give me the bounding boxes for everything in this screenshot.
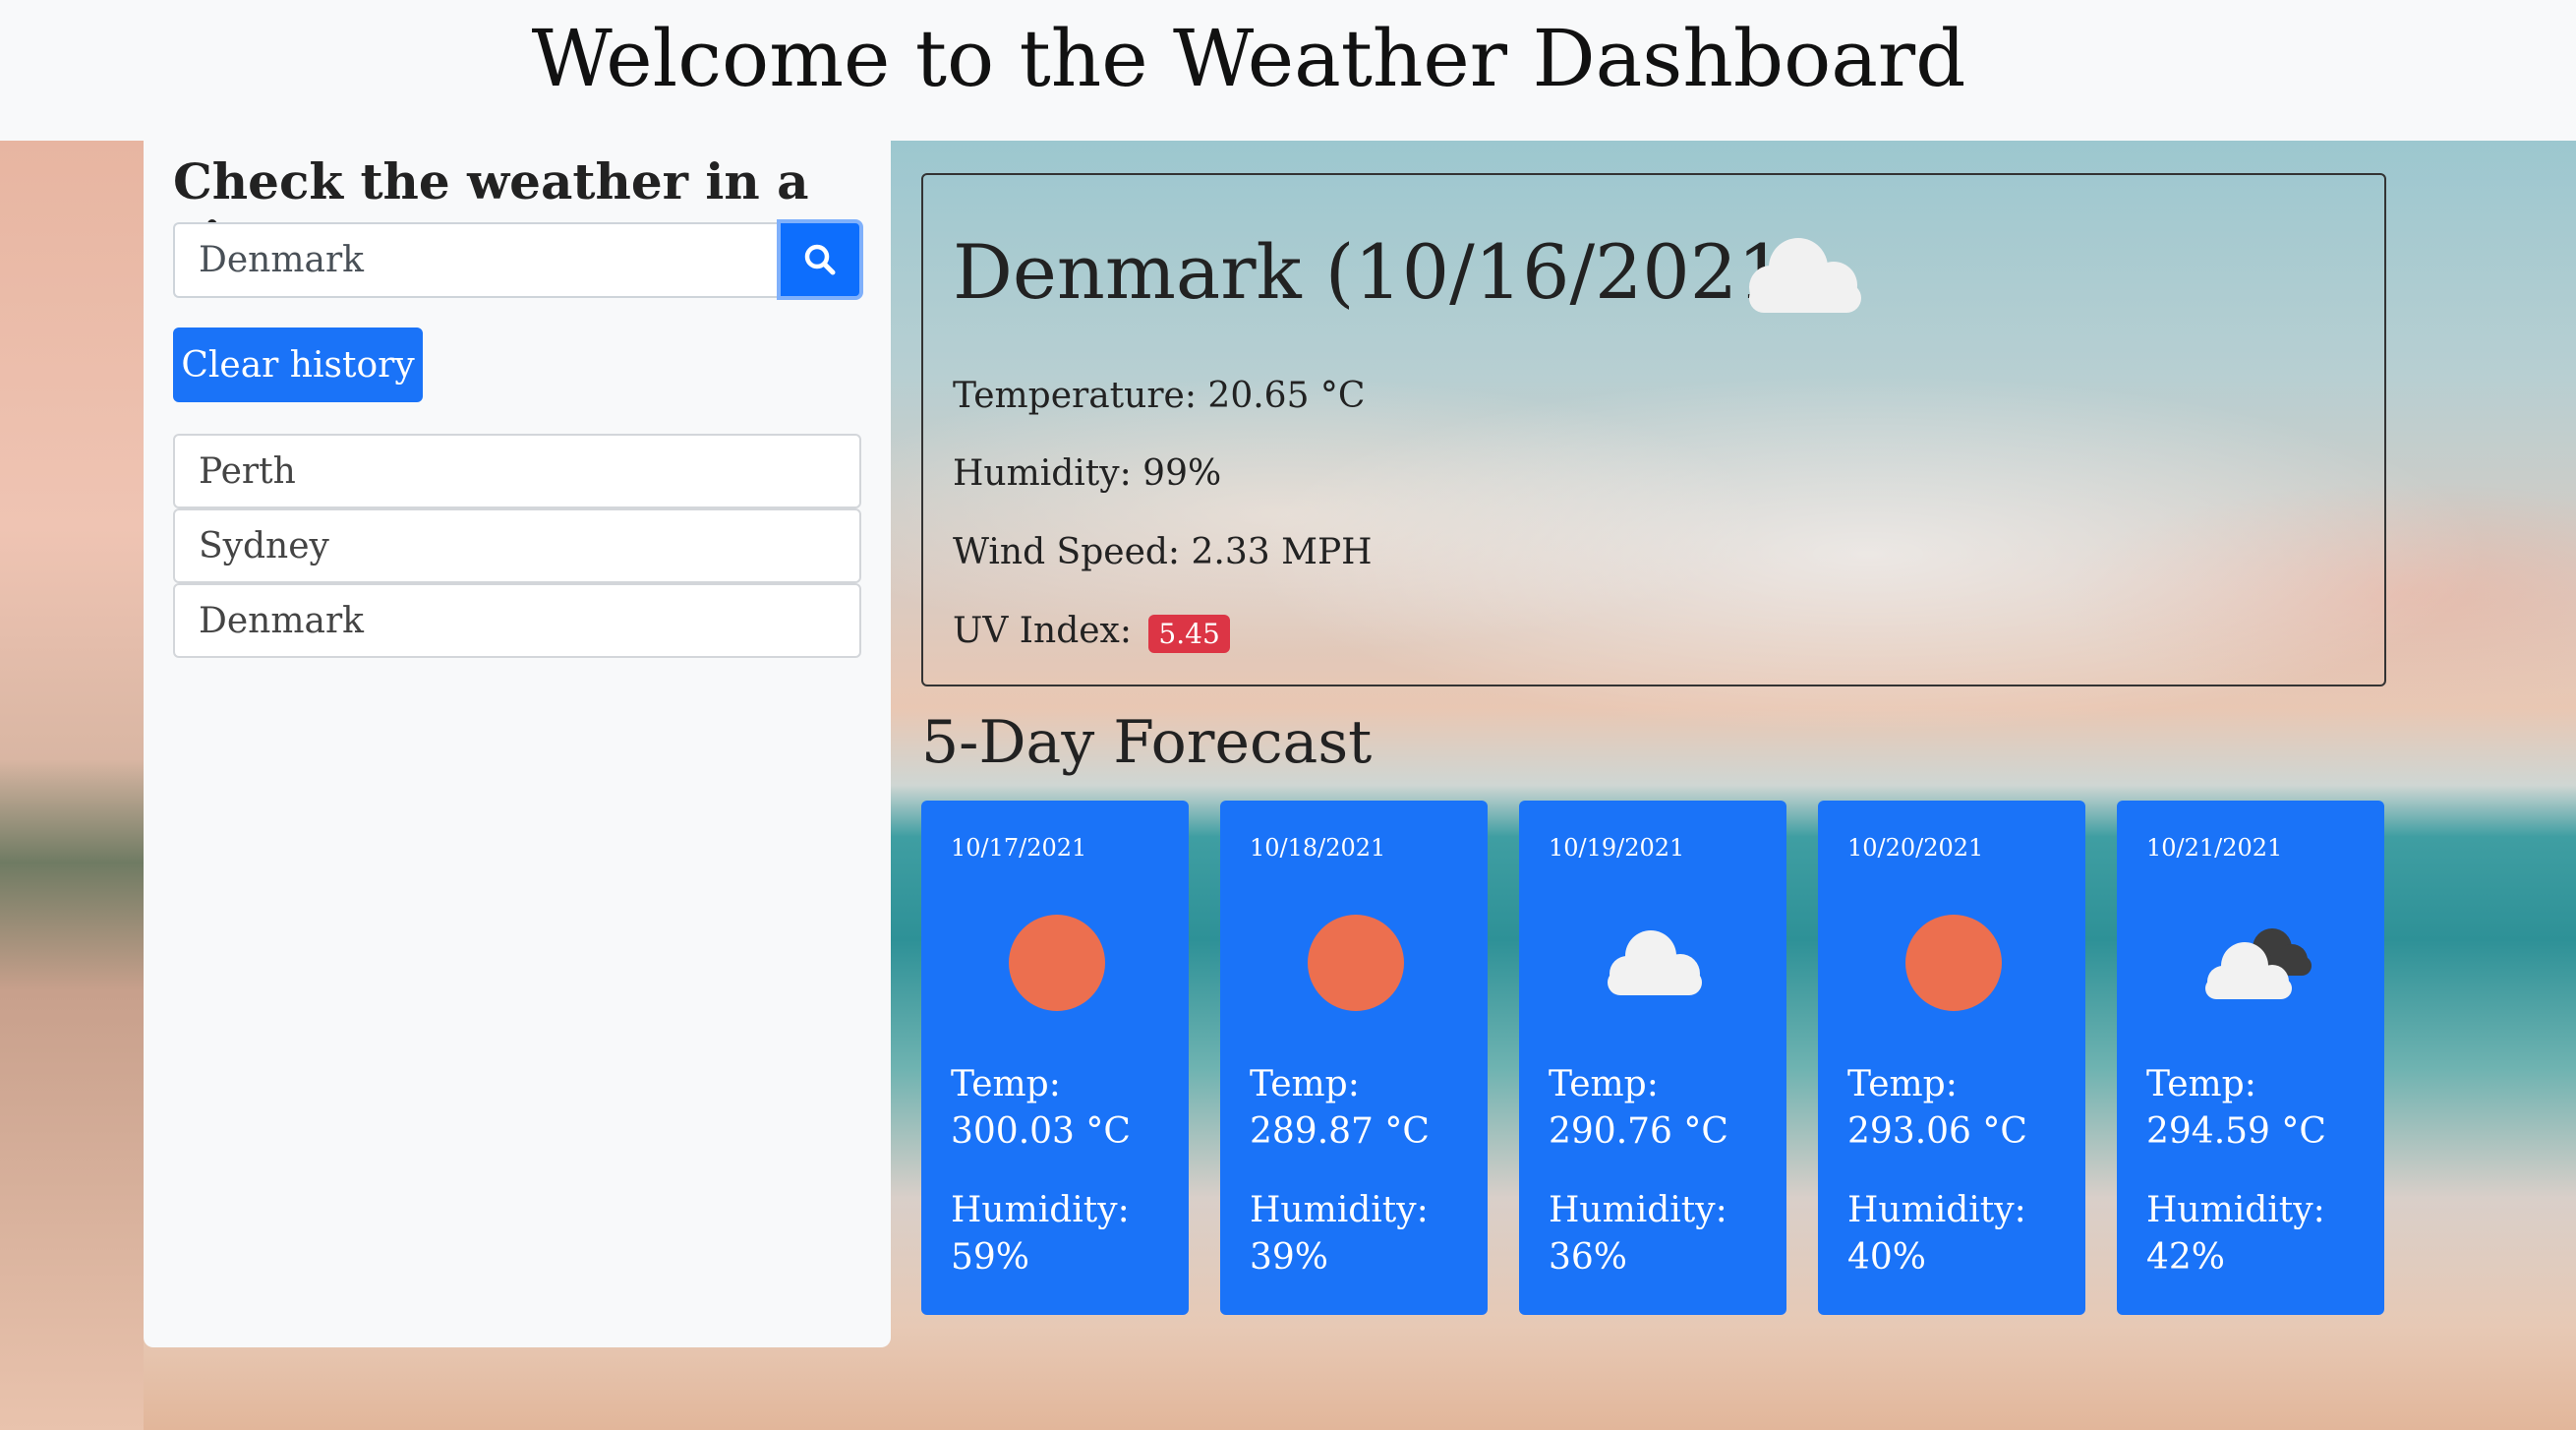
- forecast-temp-label: Temp:: [1549, 1064, 1659, 1104]
- search-history-list: Perth Sydney Denmark: [173, 434, 861, 658]
- forecast-card: 10/19/2021 Temp: 290.76 °C Humidity: 36%: [1519, 801, 1786, 1315]
- sun-icon: [1308, 915, 1404, 1011]
- forecast-humidity-label: Humidity:: [2146, 1190, 2325, 1230]
- page-title: Welcome to the Weather Dashboard: [531, 13, 1966, 104]
- forecast-date: 10/19/2021: [1549, 834, 1685, 862]
- forecast-humidity-label: Humidity:: [1847, 1190, 2026, 1230]
- current-weather-card: Denmark (10/16/2021) Temperature: 20.65 …: [921, 173, 2386, 686]
- forecast-card: 10/20/2021 Temp: 293.06 °C Humidity: 40%: [1818, 801, 2085, 1315]
- forecast-temp-label: Temp:: [1847, 1064, 1958, 1104]
- uv-label: UV Index:: [953, 611, 1132, 651]
- forecast-card: 10/17/2021 Temp: 300.03 °C Humidity: 59%: [921, 801, 1189, 1315]
- forecast-humidity-value: 40%: [1847, 1237, 1927, 1278]
- forecast-date: 10/21/2021: [2146, 834, 2283, 862]
- forecast-card: 10/18/2021 Temp: 289.87 °C Humidity: 39%: [1220, 801, 1488, 1315]
- current-city-date: Denmark (10/16/2021): [953, 228, 1815, 316]
- cloud-icon: [1608, 930, 1702, 995]
- forecast-title: 5-Day Forecast: [921, 708, 1373, 777]
- search-button[interactable]: [777, 219, 863, 300]
- forecast-temp-value: 294.59 °C: [2146, 1111, 2326, 1152]
- clear-history-button[interactable]: Clear history: [173, 328, 423, 402]
- forecast-temp-label: Temp:: [1250, 1064, 1360, 1104]
- forecast-humidity-label: Humidity:: [951, 1190, 1130, 1230]
- current-uv-row: UV Index: 5.45: [953, 611, 1230, 653]
- forecast-temp-value: 293.06 °C: [1847, 1111, 2027, 1152]
- forecast-humidity-label: Humidity:: [1250, 1190, 1429, 1230]
- page-header: Welcome to the Weather Dashboard: [0, 0, 2576, 141]
- forecast-humidity-value: 42%: [2146, 1237, 2226, 1278]
- sun-icon: [1905, 915, 2002, 1011]
- history-item-denmark[interactable]: Denmark: [173, 583, 861, 658]
- forecast-date: 10/20/2021: [1847, 834, 1984, 862]
- current-wind-speed: Wind Speed: 2.33 MPH: [953, 532, 1373, 572]
- forecast-temp-value: 300.03 °C: [951, 1111, 1131, 1152]
- forecast-temp-value: 289.87 °C: [1250, 1111, 1430, 1152]
- forecast-temp-label: Temp:: [2146, 1064, 2256, 1104]
- cloud-icon: [1741, 234, 1869, 321]
- history-item-perth[interactable]: Perth: [173, 434, 861, 508]
- search-icon: [804, 244, 836, 275]
- search-sidebar: Check the weather in a city Clear histor…: [144, 141, 891, 1347]
- forecast-card: 10/21/2021 Temp: 294.59 °C Humidity: 42%: [2117, 801, 2384, 1315]
- current-temperature: Temperature: 20.65 °C: [953, 376, 1366, 416]
- forecast-humidity-label: Humidity:: [1549, 1190, 1727, 1230]
- forecast-humidity-value: 39%: [1250, 1237, 1329, 1278]
- current-humidity: Humidity: 99%: [953, 453, 1222, 494]
- forecast-date: 10/17/2021: [951, 834, 1087, 862]
- background-left-strip: [0, 141, 144, 1430]
- forecast-humidity-value: 36%: [1549, 1237, 1628, 1278]
- history-item-sydney[interactable]: Sydney: [173, 508, 861, 583]
- forecast-temp-value: 290.76 °C: [1549, 1111, 1728, 1152]
- uv-badge: 5.45: [1148, 614, 1230, 653]
- forecast-humidity-value: 59%: [951, 1237, 1030, 1278]
- forecast-temp-label: Temp:: [951, 1064, 1061, 1104]
- sun-icon: [1009, 915, 1105, 1011]
- dark-clouds-icon: [2205, 928, 2312, 999]
- forecast-date: 10/18/2021: [1250, 834, 1386, 862]
- city-search-input[interactable]: [173, 222, 777, 298]
